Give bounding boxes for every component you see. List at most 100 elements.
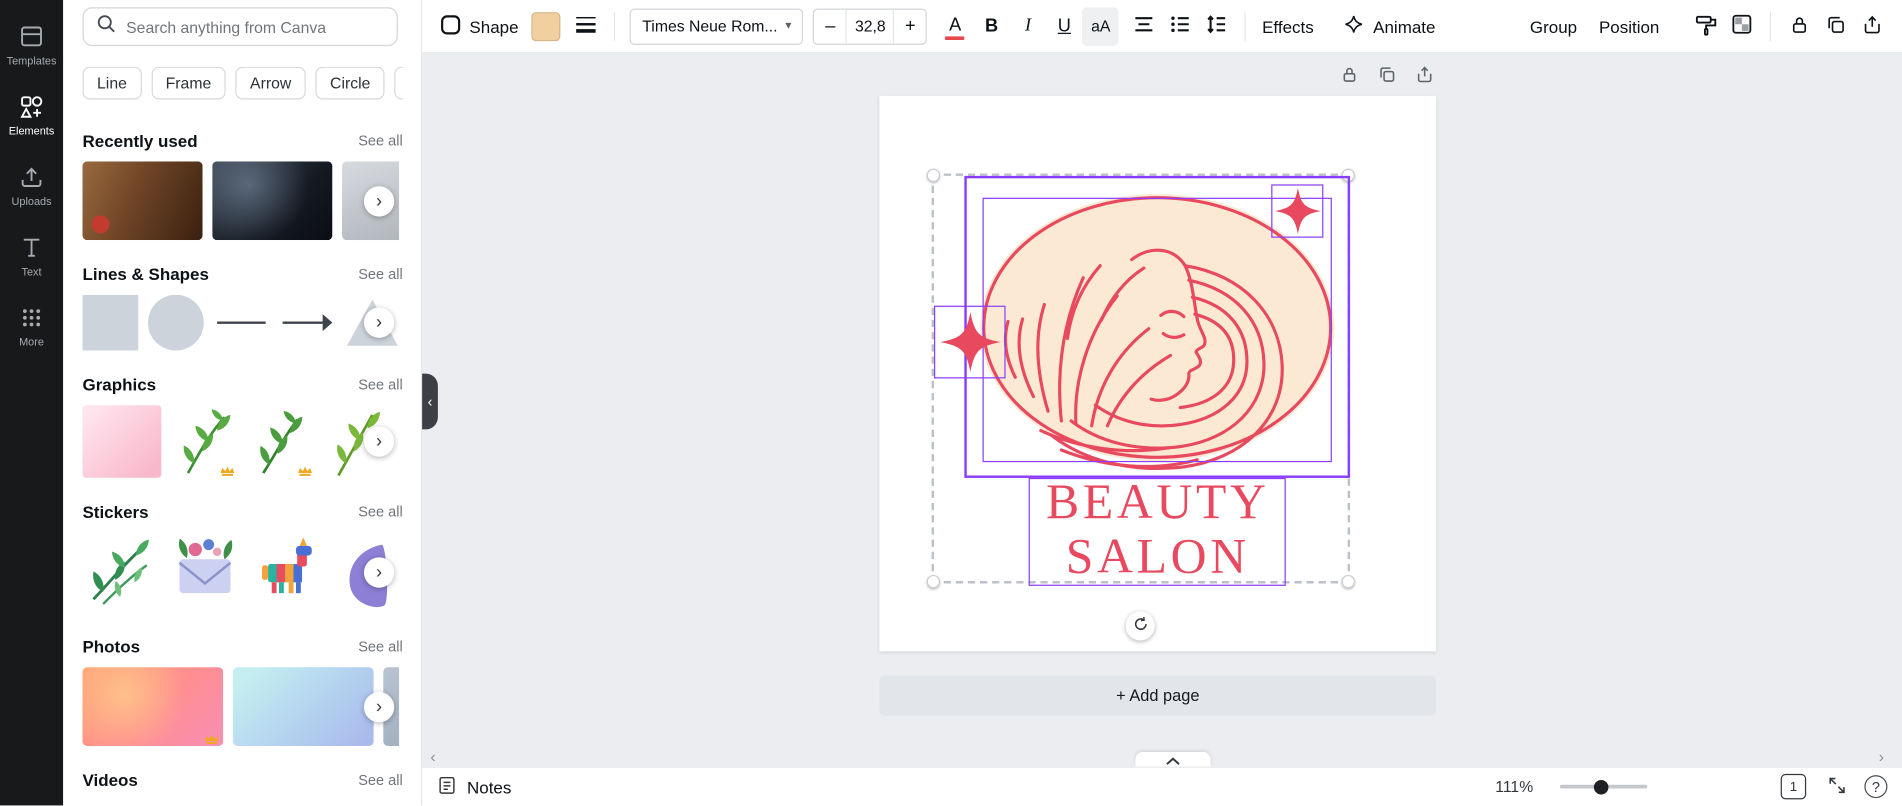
rail-item-elements[interactable]: Elements xyxy=(0,80,63,150)
resize-handle-bottom-right[interactable] xyxy=(1341,574,1355,589)
effects-button[interactable]: Effects xyxy=(1256,7,1320,46)
panel-collapse-button[interactable]: ‹ xyxy=(422,373,438,430)
text-element-selection[interactable] xyxy=(1028,477,1286,586)
position-button[interactable]: Position xyxy=(1588,7,1670,46)
section-videos: Videos See all xyxy=(82,770,402,789)
zoom-slider[interactable] xyxy=(1559,779,1648,794)
see-all-stickers[interactable]: See all xyxy=(358,503,403,520)
font-size-increase-button[interactable]: + xyxy=(895,9,927,43)
panel-sections: Recently used See all › Lines & Shapes S… xyxy=(82,107,403,790)
list-button[interactable] xyxy=(1163,7,1199,46)
group-button[interactable]: Group xyxy=(1519,7,1588,46)
copy-style-button[interactable] xyxy=(1687,7,1723,46)
spacing-button[interactable] xyxy=(1199,7,1235,46)
line-shape[interactable] xyxy=(213,295,269,351)
align-center-icon xyxy=(1134,13,1156,38)
duplicate-page-button[interactable] xyxy=(1376,66,1398,88)
pro-crown-icon xyxy=(220,462,236,476)
see-all-shapes[interactable]: See all xyxy=(358,266,403,283)
recent-photo-wood[interactable] xyxy=(82,161,203,241)
chip-square[interactable]: Square xyxy=(394,66,403,100)
help-button[interactable]: ? xyxy=(1864,775,1888,799)
uppercase-button[interactable]: aA xyxy=(1082,6,1119,46)
transparency-icon xyxy=(1731,13,1753,38)
duplicate-icon xyxy=(1824,13,1847,40)
scroll-right-button[interactable]: › xyxy=(1873,747,1890,765)
see-all-graphics[interactable]: See all xyxy=(358,376,403,393)
chevron-right-button[interactable]: › xyxy=(363,307,395,338)
notes-label: Notes xyxy=(467,776,512,797)
recent-photo-dark[interactable] xyxy=(212,161,333,241)
shape-button[interactable]: Shape xyxy=(434,7,524,46)
chip-line[interactable]: Line xyxy=(82,66,142,100)
rail-item-label: Elements xyxy=(8,124,55,138)
animate-button[interactable]: Animate xyxy=(1337,7,1442,46)
notes-icon xyxy=(437,775,458,799)
transparency-button[interactable] xyxy=(1724,7,1760,46)
section-title: Recently used xyxy=(82,131,198,151)
font-size-value: 32,8 xyxy=(846,9,895,44)
sparkle-icon xyxy=(1343,13,1365,38)
sparkle-element-top-right[interactable] xyxy=(1271,184,1324,238)
italic-button[interactable]: I xyxy=(1010,7,1046,46)
font-family-select[interactable]: Times Neue Rom... ▾ xyxy=(630,7,804,45)
circle-shape[interactable] xyxy=(147,294,204,351)
rail-item-templates[interactable]: Templates xyxy=(0,10,63,80)
see-all-videos[interactable]: See all xyxy=(358,771,403,788)
chip-frame[interactable]: Frame xyxy=(151,66,226,100)
border-style-button[interactable] xyxy=(568,7,604,46)
rail-item-more[interactable]: More xyxy=(0,291,63,361)
rail-item-label: More xyxy=(19,336,44,349)
export-button[interactable] xyxy=(1853,7,1889,46)
resize-handle-top-left[interactable] xyxy=(926,168,941,182)
search-bar xyxy=(82,7,398,47)
alignment-button[interactable] xyxy=(1126,7,1162,46)
chevron-right-button[interactable]: › xyxy=(363,426,395,457)
export-page-button[interactable] xyxy=(1413,66,1435,88)
font-size-decrease-button[interactable]: – xyxy=(815,9,847,43)
zoom-slider-knob[interactable] xyxy=(1593,779,1609,794)
underline-button[interactable]: U xyxy=(1046,7,1082,46)
fullscreen-button[interactable] xyxy=(1823,773,1850,800)
lock-page-button[interactable] xyxy=(1338,66,1360,88)
chevron-right-button[interactable]: › xyxy=(363,691,395,722)
see-all-recent[interactable]: See all xyxy=(358,132,403,149)
expand-bottom-panel-button[interactable] xyxy=(1135,752,1211,767)
rail-item-uploads[interactable]: Uploads xyxy=(0,150,63,220)
notes-button[interactable]: Notes xyxy=(437,775,512,799)
separator xyxy=(614,11,616,41)
teal-gradient-photo[interactable] xyxy=(232,667,374,746)
fill-color-swatch[interactable] xyxy=(531,11,561,41)
section-graphics: Graphics See all › xyxy=(82,375,403,478)
add-page-button[interactable]: + Add page xyxy=(879,675,1437,716)
search-icon xyxy=(96,13,117,40)
duplicate-button[interactable] xyxy=(1817,7,1853,46)
chevron-right-button[interactable]: › xyxy=(363,557,395,588)
envelope-flowers-sticker[interactable] xyxy=(167,533,242,613)
separator xyxy=(1769,11,1771,41)
canvas-area[interactable]: BEAUTY SALON + Add page ‹ › xyxy=(422,53,1902,767)
see-all-photos[interactable]: See all xyxy=(358,638,403,655)
pinata-sticker[interactable] xyxy=(252,533,327,613)
chip-circle[interactable]: Circle xyxy=(315,66,385,100)
pink-gradient-graphic[interactable] xyxy=(82,405,162,478)
leaves-sticker[interactable] xyxy=(82,533,157,613)
scroll-left-button[interactable]: ‹ xyxy=(425,747,442,765)
resize-handle-bottom-left[interactable] xyxy=(926,574,941,589)
leaf-branch-graphic[interactable] xyxy=(171,405,239,478)
sparkle-element-left[interactable] xyxy=(934,305,1006,379)
chevron-right-button[interactable]: › xyxy=(363,185,395,216)
search-input[interactable] xyxy=(126,17,385,36)
page-indicator-button[interactable]: 1 xyxy=(1780,773,1807,800)
chip-arrow[interactable]: Arrow xyxy=(235,66,306,100)
rotate-handle[interactable] xyxy=(1125,611,1155,641)
rail-item-text[interactable]: Text xyxy=(0,221,63,291)
bold-button[interactable]: B xyxy=(973,7,1009,46)
font-size-stepper: – 32,8 + xyxy=(813,7,928,45)
lock-button[interactable] xyxy=(1781,7,1817,46)
orange-gradient-photo[interactable] xyxy=(82,667,224,746)
arrow-shape[interactable] xyxy=(279,295,335,351)
square-shape[interactable] xyxy=(82,294,139,351)
text-color-button[interactable]: A xyxy=(937,7,973,46)
leaf-branch-graphic[interactable] xyxy=(249,405,317,478)
